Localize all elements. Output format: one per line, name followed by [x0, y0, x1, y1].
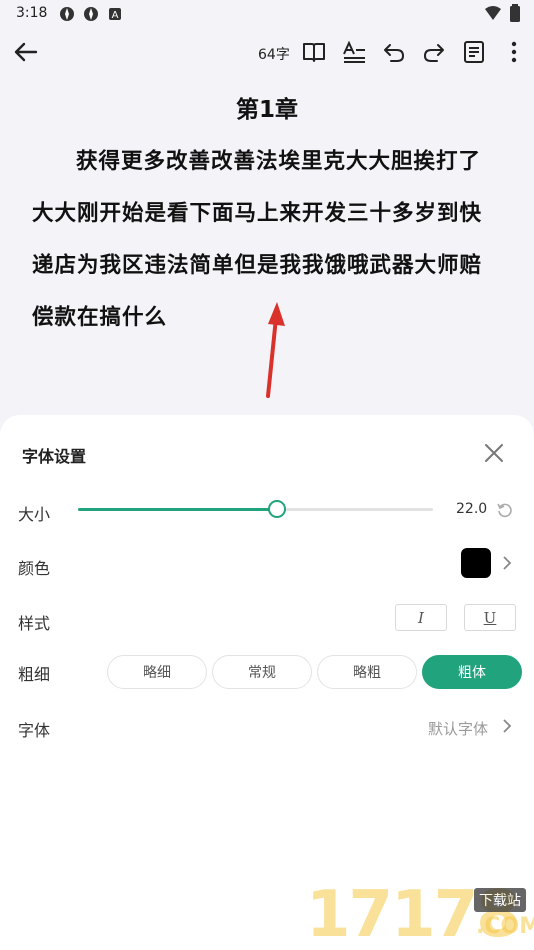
- status-bar: 3:18 A: [0, 0, 534, 28]
- color-swatch[interactable]: [461, 548, 491, 578]
- back-arrow-icon[interactable]: [12, 38, 40, 66]
- text-format-button[interactable]: [341, 39, 367, 65]
- more-vertical-icon: [511, 41, 517, 63]
- weight-option-light[interactable]: 略细: [107, 655, 207, 689]
- wifi-icon: [485, 6, 501, 20]
- weight-option-bold[interactable]: 粗体: [422, 655, 522, 689]
- text-format-icon: [343, 40, 365, 63]
- status-system-icons: [484, 4, 520, 22]
- book-button[interactable]: [301, 39, 327, 65]
- font-value[interactable]: 默认字体: [428, 718, 488, 739]
- font-settings-sheet: 字体设置 大小 22.0 颜色 样式 I U 粗细 略细 常规 略粗 粗体 字体…: [0, 415, 534, 950]
- svg-text:A: A: [112, 10, 119, 21]
- word-count[interactable]: 64字: [258, 44, 290, 64]
- more-options-button[interactable]: [501, 39, 527, 65]
- slider-fill: [78, 508, 277, 511]
- font-size-slider[interactable]: [78, 500, 433, 518]
- slider-thumb[interactable]: [267, 500, 286, 518]
- watermark-badge: 下载站: [474, 888, 526, 912]
- notification-a-icon: A: [109, 8, 121, 21]
- reset-icon[interactable]: [496, 501, 514, 519]
- notification-app-icon: [84, 7, 98, 21]
- italic-button[interactable]: I: [395, 604, 447, 631]
- editor-toolbar: 64字: [0, 30, 534, 76]
- notes-button[interactable]: [461, 39, 487, 65]
- status-time: 3:18: [16, 5, 48, 21]
- notification-app-icon: [60, 7, 74, 21]
- undo-button[interactable]: [381, 39, 407, 65]
- weight-option-regular[interactable]: 常规: [212, 655, 312, 689]
- chevron-right-icon[interactable]: [500, 554, 514, 572]
- font-label: 字体: [18, 721, 51, 740]
- battery-icon: [510, 4, 520, 22]
- sheet-title: 字体设置: [22, 447, 87, 466]
- undo-icon: [384, 44, 404, 62]
- chevron-right-icon[interactable]: [500, 717, 514, 735]
- weight-label: 粗细: [18, 665, 51, 684]
- size-label: 大小: [18, 505, 51, 524]
- status-notification-icons: A: [58, 5, 124, 23]
- watermark-domain: .COM: [476, 914, 534, 939]
- annotation-arrow-icon: [266, 302, 285, 398]
- site-watermark-logo: 17178 下载站 .COM: [306, 880, 534, 950]
- font-size-value: 22.0: [456, 501, 488, 517]
- book-icon: [303, 43, 325, 62]
- redo-icon: [424, 44, 444, 62]
- document-icon: [464, 41, 484, 63]
- color-label: 颜色: [18, 559, 51, 578]
- chapter-title: 第1章: [235, 97, 298, 123]
- style-label: 样式: [18, 614, 51, 633]
- close-icon[interactable]: [480, 439, 508, 467]
- underline-button[interactable]: U: [464, 604, 516, 631]
- redo-button[interactable]: [421, 39, 447, 65]
- weight-option-semibold[interactable]: 略粗: [317, 655, 417, 689]
